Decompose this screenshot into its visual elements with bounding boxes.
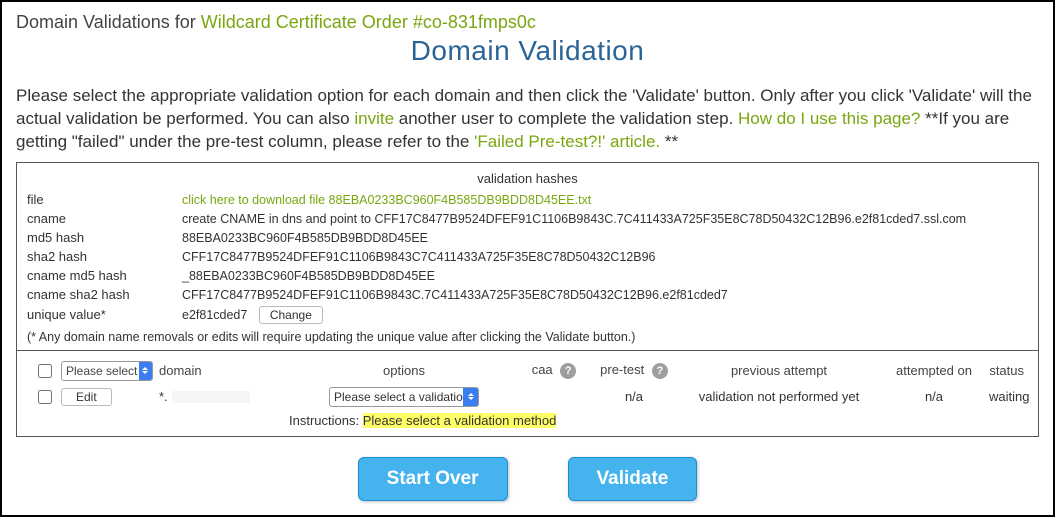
select-all-checkbox[interactable] — [38, 364, 52, 378]
hashes-footnote: (* Any domain name removals or edits wil… — [27, 330, 1028, 344]
header-options: options — [289, 363, 519, 378]
file-label: file — [27, 192, 182, 207]
header-pretest: pre-test — [600, 362, 644, 377]
caa-help-icon[interactable]: ? — [560, 363, 576, 379]
invite-link[interactable]: invite — [354, 109, 394, 128]
unique-value-label: unique value* — [27, 307, 182, 322]
hashes-title: validation hashes — [27, 171, 1028, 186]
breadcrumb-prefix: Domain Validations for — [16, 12, 201, 32]
validate-button[interactable]: Validate — [568, 457, 698, 501]
md5-label: md5 hash — [27, 230, 182, 245]
header-previous-attempt: previous attempt — [679, 363, 879, 378]
md5-value: 88EBA0233BC960F4B585DB9BDD8D45EE — [182, 231, 1028, 245]
validation-method-select-text: Please select a validation — [330, 388, 463, 406]
cname-md5-value: _88EBA0233BC960F4B585DB9BDD8D45EE — [182, 269, 1028, 283]
intro-text-2: another user to complete the validation … — [394, 109, 738, 128]
attempted-on-cell: n/a — [879, 389, 989, 404]
unique-value: e2f81cded7 — [182, 308, 247, 322]
edit-button[interactable]: Edit — [61, 388, 112, 406]
domain-cell: *. — [159, 389, 289, 404]
intro-text-4: ** — [660, 132, 678, 151]
validation-hashes-box: validation hashes file click here to dow… — [16, 162, 1039, 437]
cname-sha2-label: cname sha2 hash — [27, 287, 182, 302]
sha2-label: sha2 hash — [27, 249, 182, 264]
cname-value: create CNAME in dns and point to CFF17C8… — [182, 212, 1028, 226]
bulk-action-select-text: Please select a — [62, 362, 139, 380]
pretest-cell: n/a — [589, 389, 679, 404]
cname-label: cname — [27, 211, 182, 226]
instructions-row: Instructions: Please select a validation… — [27, 413, 1028, 428]
intro-paragraph: Please select the appropriate validation… — [16, 85, 1039, 154]
instructions-highlight: Please select a validation method — [363, 413, 557, 428]
failed-pretest-link[interactable]: 'Failed Pre-test?!' article. — [474, 132, 660, 151]
row-checkbox[interactable] — [38, 390, 52, 404]
instructions-label: Instructions: — [289, 413, 363, 428]
header-caa: caa — [532, 362, 553, 377]
change-button[interactable]: Change — [259, 306, 323, 324]
header-status: status — [989, 363, 1028, 378]
dropdown-caret-icon — [139, 362, 152, 380]
file-download-link[interactable]: click here to download file 88EBA0233BC9… — [182, 193, 1028, 207]
status-cell: waiting — [989, 389, 1033, 404]
order-link[interactable]: Wildcard Certificate Order #co-831fmps0c — [201, 12, 536, 32]
previous-attempt-cell: validation not performed yet — [679, 389, 879, 404]
table-header-row: Please select a domain options caa ? pre… — [27, 361, 1028, 381]
start-over-button[interactable]: Start Over — [358, 457, 508, 501]
page-title: Domain Validation — [16, 35, 1039, 67]
header-domain: domain — [159, 363, 289, 378]
cname-sha2-value: CFF17C8477B9524DFEF91C1106B9843C.7C41143… — [182, 288, 1028, 302]
validation-method-select[interactable]: Please select a validation — [329, 387, 479, 407]
bulk-action-select[interactable]: Please select a — [61, 361, 153, 381]
header-attempted-on: attempted on — [879, 363, 989, 378]
unique-value-row: e2f81cded7 Change — [182, 306, 1028, 324]
table-row: Edit *. Please select a validation n/a v… — [27, 387, 1028, 407]
sha2-value: CFF17C8477B9524DFEF91C1106B9843C7C411433… — [182, 250, 1028, 264]
domain-prefix: *. — [159, 389, 168, 404]
action-button-row: Start Over Validate — [16, 457, 1039, 501]
breadcrumb: Domain Validations for Wildcard Certific… — [16, 12, 1039, 33]
dropdown-caret-icon — [463, 388, 478, 406]
pretest-help-icon[interactable]: ? — [652, 363, 668, 379]
domain-redacted — [172, 391, 250, 403]
how-to-link[interactable]: How do I use this page? — [738, 109, 920, 128]
cname-md5-label: cname md5 hash — [27, 268, 182, 283]
domain-table: Please select a domain options caa ? pre… — [17, 350, 1038, 436]
